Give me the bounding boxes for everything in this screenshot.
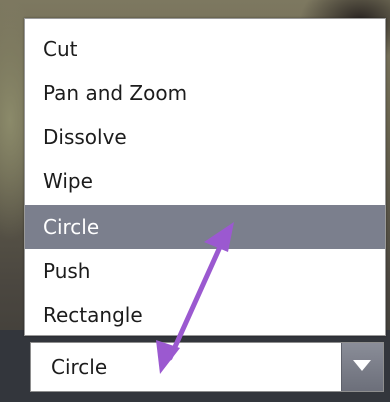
option-dissolve[interactable]: Dissolve <box>25 115 385 159</box>
option-pan-and-zoom[interactable]: Pan and Zoom <box>25 71 385 115</box>
transition-options-list: Cut Pan and Zoom Dissolve Wipe Circle Pu… <box>24 18 386 336</box>
selected-value: Circle <box>51 355 108 379</box>
option-cut[interactable]: Cut <box>25 27 385 71</box>
chevron-down-icon <box>353 360 371 371</box>
option-circle[interactable]: Circle <box>25 205 385 249</box>
option-rectangle[interactable]: Rectangle <box>25 293 385 337</box>
option-wipe[interactable]: Wipe <box>25 159 385 203</box>
dropdown-button[interactable] <box>341 343 383 391</box>
option-push[interactable]: Push <box>25 249 385 293</box>
transition-select[interactable]: Circle <box>30 342 384 392</box>
